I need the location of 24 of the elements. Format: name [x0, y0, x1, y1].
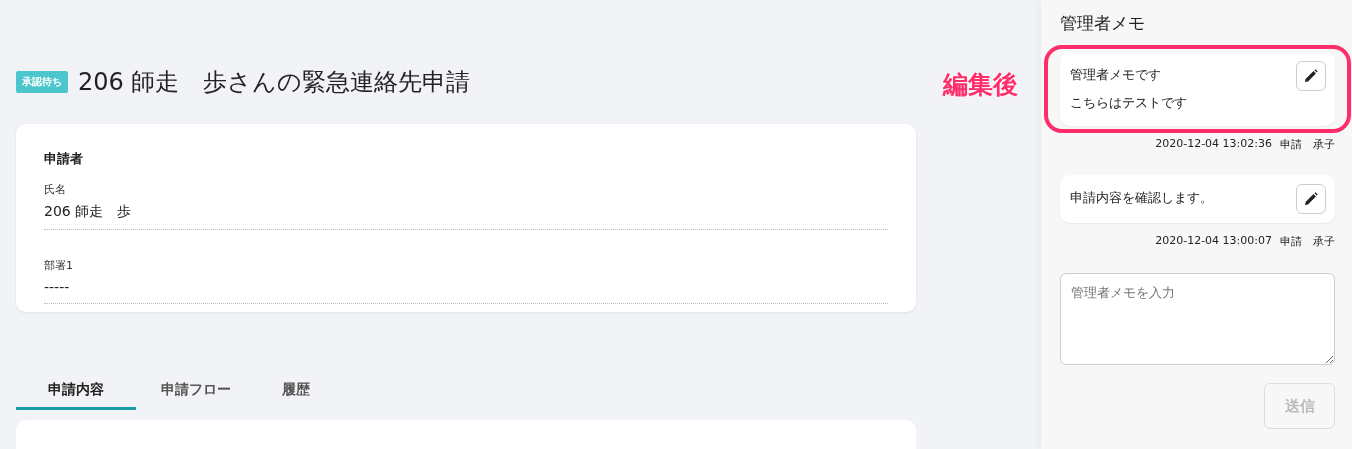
- pencil-icon: [1304, 192, 1318, 206]
- field-label: 部署1: [44, 258, 74, 273]
- memo-author: 申請 承子: [1280, 234, 1335, 249]
- status-badge: 承認待ち: [16, 71, 68, 93]
- tab[interactable]: 申請フロー: [136, 378, 256, 410]
- memo-author: 申請 承子: [1280, 137, 1335, 152]
- field-label: 氏名: [44, 182, 67, 197]
- tab[interactable]: 履歴: [256, 378, 336, 410]
- edit-button[interactable]: [1296, 61, 1326, 91]
- memo-timestamp: 2020-12-04 13:02:36: [1155, 137, 1272, 152]
- panel-title: 管理者メモ: [1060, 12, 1146, 35]
- pencil-icon: [1304, 69, 1318, 83]
- field-value: 206 師走 歩: [44, 203, 133, 221]
- field-value: -----: [44, 279, 71, 295]
- memo-input[interactable]: 管理者メモを入力: [1060, 273, 1335, 365]
- edit-button[interactable]: [1296, 184, 1326, 214]
- memo-text: 申請内容を確認します。: [1070, 189, 1213, 207]
- memo-text: こちらはテストです: [1070, 94, 1187, 112]
- page-title: 206 師走 歩さんの緊急連絡先申請: [78, 67, 471, 98]
- memo-timestamp: 2020-12-04 13:00:07: [1155, 234, 1272, 249]
- annotation-label: 編集後: [943, 69, 1018, 101]
- tab[interactable]: 申請内容: [16, 378, 136, 410]
- memo-text: 管理者メモです: [1070, 66, 1162, 84]
- card-heading: 申請者: [44, 150, 84, 168]
